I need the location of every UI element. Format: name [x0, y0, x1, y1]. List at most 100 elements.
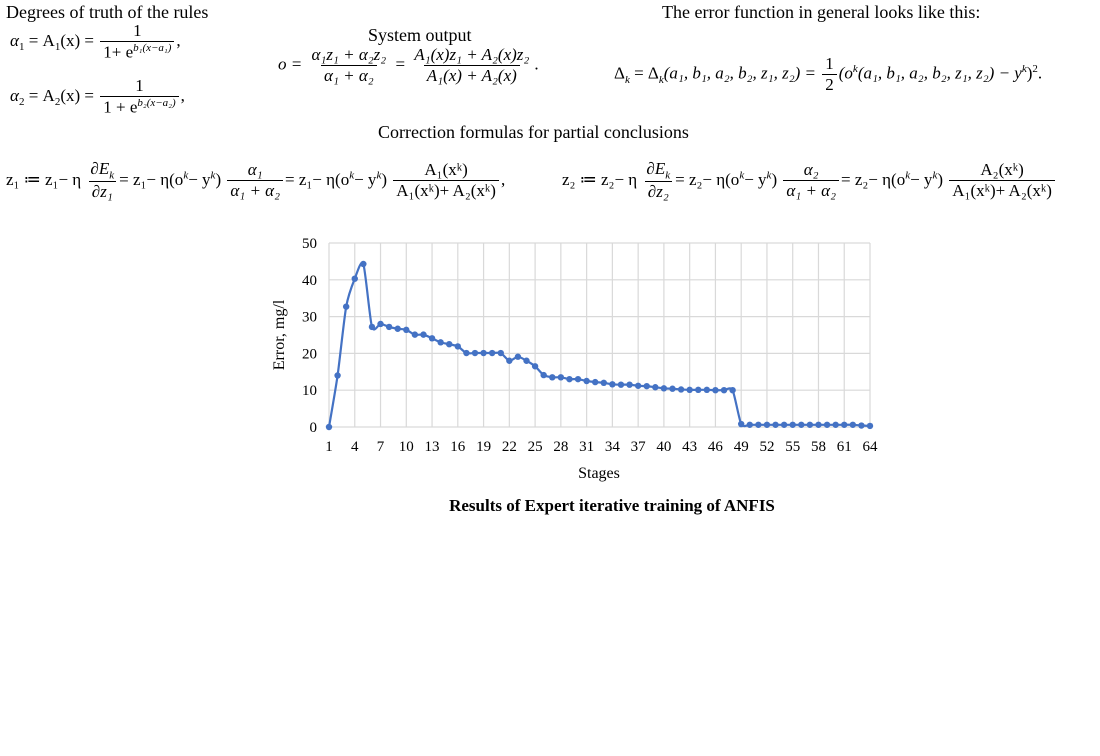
- close-paren: ): [215, 169, 222, 189]
- z2-part3: = z₂− η(o: [841, 169, 906, 189]
- numerator: ∂Ek: [87, 159, 117, 182]
- numerator: 1: [135, 76, 144, 95]
- data-point: [592, 378, 599, 386]
- y-tick-label: 50: [302, 236, 317, 252]
- x-tick-label: 61: [837, 439, 852, 455]
- delta-eq: = Δ: [629, 63, 659, 83]
- alpha-symbol: α: [10, 30, 19, 50]
- denominator: A₁(xᵏ)+ A₂(xᵏ): [949, 180, 1055, 201]
- x-tick-label: 40: [656, 439, 671, 455]
- minus-y: − y: [188, 169, 211, 189]
- x-tick-label: 31: [579, 439, 594, 455]
- data-point: [360, 260, 367, 268]
- data-point: [377, 320, 384, 328]
- x-tick-label: 49: [734, 439, 749, 455]
- data-point: [446, 341, 453, 348]
- output-term: (o: [838, 63, 853, 83]
- z1-lhs: z₁ ≔ z₁− η: [6, 169, 82, 189]
- data-point: [617, 381, 625, 388]
- data-point: [540, 371, 547, 379]
- z1-correction-formula: z₁ ≔ z₁− η ∂Ek ∂z₁ = z₁− η(ok− yk) α₁ α₁…: [6, 159, 506, 202]
- correction-formulas-heading: Correction formulas for partial conclusi…: [378, 122, 689, 142]
- data-point: [549, 374, 556, 381]
- data-point: [652, 384, 659, 391]
- data-point: [471, 349, 479, 357]
- x-tick-label: 46: [708, 439, 724, 455]
- data-point: [866, 422, 874, 430]
- delta-args: (a₁, b₁, a₂, b₂, z₁, z₂) =: [663, 63, 816, 83]
- data-point: [394, 325, 401, 332]
- x-axis-label: Stages: [578, 465, 620, 482]
- error-series-points: [325, 260, 874, 431]
- comma: ,: [500, 169, 506, 189]
- data-point: [411, 331, 419, 338]
- x-axis-ticks: 1 4 7 10 13 16 19 22 25 28 31 34 37 40 43 46 49 52 55 58 61 6…: [325, 439, 878, 455]
- z1-part3: = z₁− η(o: [285, 169, 350, 189]
- system-output-formula: o = α₁z₁ + α₂z₂ α₁ + α₂ = A₁(x)z₁ + A₂(x…: [278, 45, 539, 86]
- alpha-symbol: α: [10, 85, 19, 105]
- data-point: [669, 385, 676, 392]
- membership-fraction: A₁(xᵏ) A₁(xᵏ)+ A₂(xᵏ): [393, 161, 499, 200]
- data-point: [643, 382, 650, 390]
- y-tick-label: 0: [310, 420, 318, 436]
- denominator: 2: [822, 73, 837, 95]
- comma: ,: [176, 30, 181, 50]
- data-point: [677, 386, 685, 393]
- y-tick-label: 10: [302, 383, 317, 399]
- data-point: [600, 379, 607, 387]
- close-paren: ): [771, 169, 778, 189]
- period: .: [1037, 63, 1043, 83]
- data-point: [480, 349, 487, 357]
- den-base: 1+ e: [103, 42, 134, 62]
- data-point: [772, 421, 779, 428]
- data-point: [428, 335, 436, 342]
- minus-y: − y: [354, 169, 377, 189]
- chart-caption: Results of Expert iterative training of …: [449, 496, 775, 515]
- data-point: [858, 422, 865, 429]
- x-tick-label: 1: [325, 439, 333, 455]
- alpha-index: 1: [18, 41, 25, 54]
- z2-lhs: z₂ ≔ z₂− η: [562, 169, 638, 189]
- numerator: A₂(xᵏ): [980, 160, 1024, 180]
- output-lhs: o =: [278, 54, 303, 74]
- data-point: [841, 421, 848, 428]
- denominator: 1 + eb₂(x−a₂): [100, 95, 179, 117]
- data-point: [463, 349, 470, 357]
- delta-symbol: Δ: [614, 63, 625, 83]
- data-point: [695, 386, 702, 394]
- output-args: (a₁, b₁, a₂, b₂, z₁, z₂) − y: [857, 63, 1022, 83]
- data-point: [849, 421, 857, 428]
- data-point: [334, 372, 341, 379]
- denominator: α₁ + α₂: [227, 180, 283, 201]
- close-paren: ): [937, 169, 943, 189]
- partial-derivative: ∂Ek ∂z₂: [643, 159, 673, 202]
- numerator: ∂Ek: [643, 159, 673, 181]
- sigmoid-fraction: 1 1+ eb₁(x−a₁): [100, 21, 175, 62]
- numerator: 1: [825, 54, 834, 73]
- denominator: 1+ eb₁(x−a₁): [100, 40, 175, 62]
- z2-correction-formula: z₂ ≔ z₂− η ∂Ek ∂z₂ = z₂− η(ok− yk) α₂ α₁…: [562, 159, 1057, 202]
- arg-text: (x) =: [60, 30, 94, 50]
- x-tick-label: 16: [450, 439, 466, 455]
- sub-k: k: [109, 169, 115, 182]
- x-tick-label: 10: [399, 439, 414, 455]
- y-axis-ticks: 0 10 20 30 40 50: [302, 236, 317, 436]
- alpha1-formula: α1 = A1(x) = 1 1+ eb₁(x−a₁) ,: [10, 21, 181, 62]
- data-point: [780, 421, 788, 428]
- error-function-formula: Δk = Δk(a₁, b₁, a₂, b₂, z₁, z₂) = 1 2 (o…: [614, 54, 1043, 95]
- z2-part2: = z₂− η(o: [675, 169, 740, 189]
- data-point: [506, 357, 513, 364]
- den-exponent: b₁(x−a₁): [133, 41, 172, 54]
- data-point: [420, 331, 427, 338]
- denominator: A₁(x) + A₂(x): [423, 64, 520, 86]
- data-point: [574, 375, 582, 383]
- x-tick-label: 25: [528, 439, 543, 455]
- arg-text: (x) =: [60, 85, 94, 105]
- error-series-line: [327, 261, 871, 428]
- data-point: [660, 385, 668, 392]
- data-point: [351, 275, 358, 282]
- data-point: [712, 387, 719, 394]
- period: .: [534, 54, 539, 74]
- data-point: [763, 421, 771, 428]
- data-point: [634, 382, 642, 389]
